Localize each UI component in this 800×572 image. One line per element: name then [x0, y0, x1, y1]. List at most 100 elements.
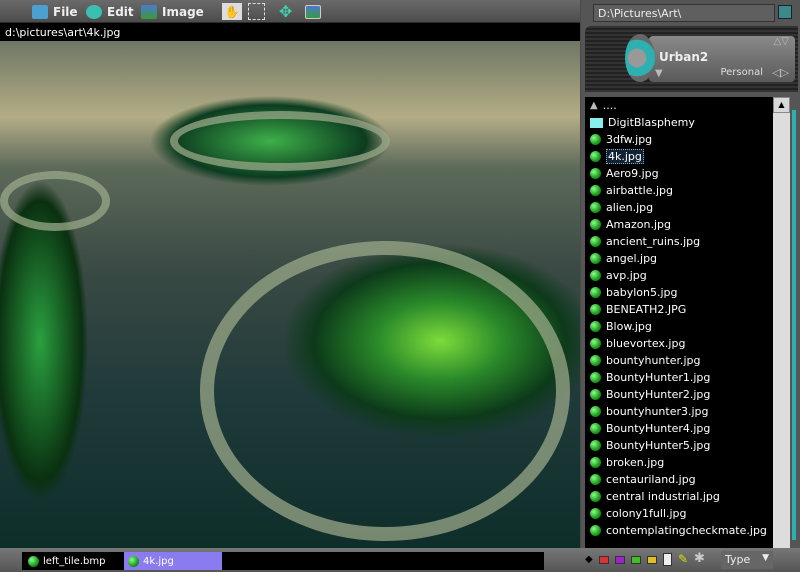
up-down-arrows-icon[interactable]: △▽ [774, 36, 789, 47]
image-dot-icon [590, 355, 601, 366]
pen-icon[interactable]: ✎ [678, 552, 688, 566]
up-arrow-icon: ▲ [590, 100, 598, 111]
image-dot-icon [590, 423, 601, 434]
edit-label: Edit [107, 4, 134, 19]
prev-next-icon[interactable]: ◁▷ [772, 66, 789, 79]
file-name: .... [602, 99, 617, 112]
toolbar: File Edit Image ✋ ✥ [0, 0, 580, 23]
folder-open-icon [32, 4, 48, 19]
file-name: centauriland.jpg [606, 473, 696, 486]
list-item[interactable]: centauriland.jpg [585, 471, 773, 488]
file-name: bountyhunter.jpg [606, 354, 701, 367]
image-menu[interactable]: Image [141, 3, 204, 20]
list-item[interactable]: BountyHunter4.jpg [585, 420, 773, 437]
file-name: bluevortex.jpg [606, 337, 686, 350]
file-menu[interactable]: File [32, 3, 78, 20]
skin-knob [625, 34, 655, 82]
image-dot-icon [590, 525, 601, 536]
fullscreen-button[interactable] [305, 3, 321, 20]
close-icon[interactable] [778, 5, 792, 19]
image-dot-icon [590, 338, 601, 349]
list-item[interactable]: bountyhunter3.jpg [585, 403, 773, 420]
list-item[interactable]: 3dfw.jpg [585, 131, 773, 148]
image-canvas[interactable] [0, 41, 580, 548]
file-name: contemplatingcheckmate.jpg [606, 524, 767, 537]
address-field[interactable]: D:\Pictures\Art\ [593, 4, 775, 22]
scroll-track[interactable] [792, 110, 796, 540]
file-name: central industrial.jpg [606, 490, 720, 503]
tab-4k[interactable]: 4k.jpg [124, 552, 222, 570]
skin-name: Urban2 [659, 50, 709, 64]
list-item[interactable]: BENEATH2.JPG [585, 301, 773, 318]
file-name: BountyHunter2.jpg [606, 388, 711, 401]
file-name: ancient_ruins.jpg [606, 235, 701, 248]
file-name: BountyHunter5.jpg [606, 439, 711, 452]
tag-green[interactable] [631, 556, 641, 564]
image-dot-icon [590, 185, 601, 196]
list-item[interactable]: Aero9.jpg [585, 165, 773, 182]
list-item[interactable]: BountyHunter2.jpg [585, 386, 773, 403]
refresh-icon [86, 4, 102, 19]
list-item[interactable]: airbattle.jpg [585, 182, 773, 199]
file-name: alien.jpg [606, 201, 654, 214]
file-list[interactable]: ▲.... DigitBlasphemy 3dfw.jpg 4k.jpg Aero9.j… [585, 97, 773, 548]
list-item[interactable]: broken.jpg [585, 454, 773, 471]
file-name: Amazon.jpg [606, 218, 671, 231]
hand-tool-button[interactable]: ✋ [222, 3, 242, 20]
file-name: airbattle.jpg [606, 184, 674, 197]
image-dot-icon [590, 219, 601, 230]
list-item[interactable]: babylon5.jpg [585, 284, 773, 301]
list-item[interactable]: 4k.jpg [585, 148, 773, 165]
image-dot-icon [590, 304, 601, 315]
list-item[interactable]: Blow.jpg [585, 318, 773, 335]
list-item[interactable]: bluevortex.jpg [585, 335, 773, 352]
image-dot-icon [28, 555, 39, 567]
splitter-icon[interactable]: ◆ [585, 554, 593, 565]
list-item[interactable]: bountyhunter.jpg [585, 352, 773, 369]
list-item[interactable]: colony1full.jpg [585, 505, 773, 522]
list-item[interactable]: avp.jpg [585, 267, 773, 284]
list-item[interactable]: DigitBlasphemy [585, 114, 773, 131]
edit-menu[interactable]: Edit [86, 3, 134, 20]
image-ring [0, 171, 110, 231]
image-dot-icon [590, 491, 601, 502]
image-dot-icon [590, 151, 601, 162]
image-label: Image [162, 4, 204, 19]
file-name: colony1full.jpg [606, 507, 687, 520]
skin-profile: Personal [720, 67, 763, 78]
windows-icon [305, 4, 321, 19]
file-name: DigitBlasphemy [608, 116, 695, 129]
image-icon [141, 4, 157, 19]
list-item[interactable]: ancient_ruins.jpg [585, 233, 773, 250]
list-item[interactable]: contemplatingcheckmate.jpg [585, 522, 773, 539]
file-name: 4k.jpg [606, 149, 644, 164]
skin-bar: △▽ Urban2 ▼ Personal ◁▷ [649, 36, 795, 82]
select-tool-button[interactable] [248, 3, 265, 20]
tab-left-tile[interactable]: left_tile.bmp [24, 552, 122, 570]
dropdown-icon[interactable]: ▼ [655, 68, 663, 79]
move-tool-button[interactable]: ✥ [279, 2, 293, 21]
list-item[interactable]: ▲.... [585, 97, 773, 114]
tag-yellow[interactable] [647, 556, 657, 564]
list-item[interactable]: angel.jpg [585, 250, 773, 267]
file-label: File [53, 4, 78, 19]
list-item[interactable]: BountyHunter5.jpg [585, 437, 773, 454]
file-name: bountyhunter3.jpg [606, 405, 709, 418]
move-icon: ✥ [279, 2, 293, 21]
notes-icon[interactable] [663, 553, 672, 566]
list-item[interactable]: BountyHunter1.jpg [585, 369, 773, 386]
browser-panel: D:\Pictures\Art\ △▽ Urban2 ▼ Personal ◁▷… [581, 0, 800, 548]
list-item[interactable]: central industrial.jpg [585, 488, 773, 505]
scrollbar[interactable]: ▲ [773, 97, 790, 548]
type-dropdown[interactable]: Type ▼ [721, 551, 773, 569]
image-dot-icon [590, 253, 601, 264]
asterisk-icon[interactable]: ✱ [694, 551, 705, 566]
tag-purple[interactable] [615, 556, 625, 564]
list-item[interactable]: alien.jpg [585, 199, 773, 216]
list-item[interactable]: Amazon.jpg [585, 216, 773, 233]
folder-icon [590, 117, 603, 128]
tag-red[interactable] [599, 556, 609, 564]
image-dot-icon [590, 134, 601, 145]
file-name: BountyHunter1.jpg [606, 371, 711, 384]
scroll-up-icon[interactable]: ▲ [773, 97, 790, 113]
